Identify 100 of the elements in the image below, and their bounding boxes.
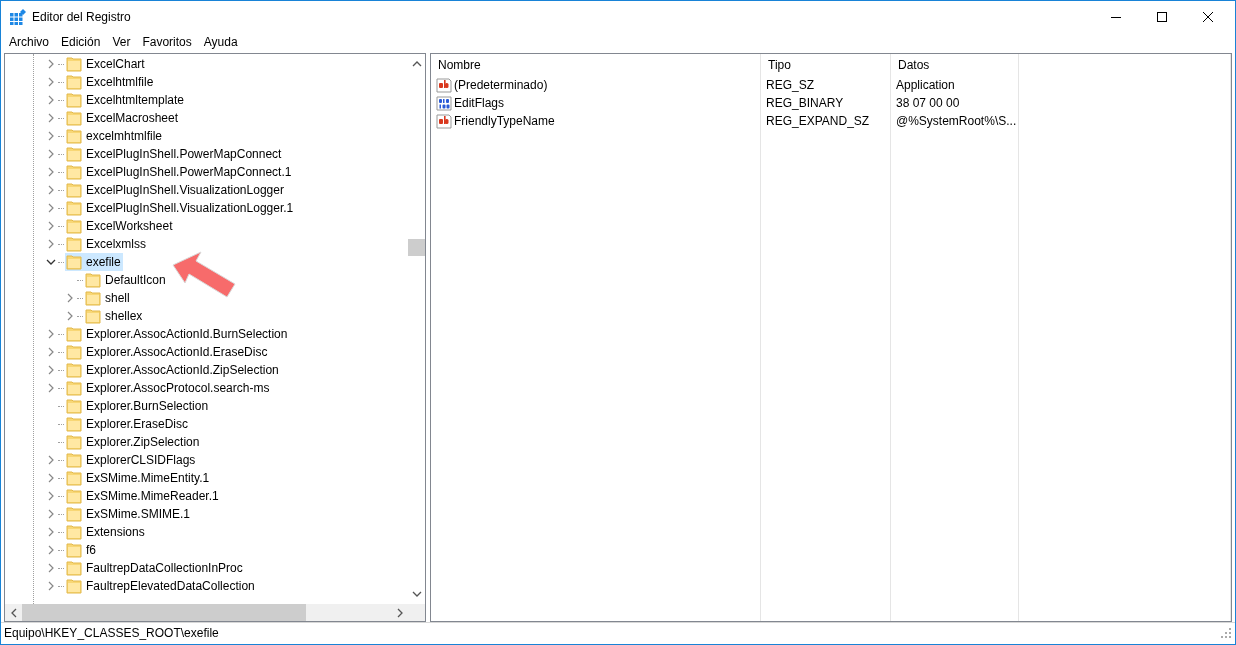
scroll-up-icon[interactable] [411,60,422,68]
folder-icon [66,218,82,234]
folder-icon [66,110,82,126]
tree-item[interactable]: FaultrepElevatedDataCollection [65,577,257,595]
folder-icon [66,524,82,540]
scroll-down-icon[interactable] [411,590,422,598]
expand-icon[interactable] [46,347,56,357]
expand-icon[interactable] [46,455,56,465]
tree-item[interactable]: ExcelWorksheet [65,217,175,235]
expand-icon[interactable] [46,365,56,375]
tree-item[interactable]: ExcelMacrosheet [65,109,181,127]
expand-icon[interactable] [46,167,56,177]
scroll-right-icon[interactable] [395,607,404,618]
value-name[interactable]: EditFlags [454,96,505,110]
expand-icon[interactable] [46,113,56,123]
folder-icon [66,74,82,90]
menu-item[interactable]: Ver [106,34,137,49]
tree-item[interactable]: Excelhtmltemplate [65,91,187,109]
tree-item[interactable]: shellex [84,307,145,325]
expand-icon[interactable] [46,383,56,393]
folder-icon [66,146,82,162]
value-name[interactable]: (Predeterminado) [454,78,548,92]
expand-icon[interactable] [46,581,56,591]
menu-item[interactable]: Favoritos [136,34,198,49]
tree-item[interactable]: Explorer.AssocActionId.BurnSelection [65,325,290,343]
tree-item[interactable]: f6 [65,541,98,559]
tree-item[interactable]: Explorer.ZipSelection [65,433,202,451]
arrow-annotation [171,251,237,299]
folder-icon [66,470,82,486]
table-cell: 38 07 00 00 [891,94,1019,112]
tree-item[interactable]: ExcelPlugInShell.VisualizationLogger.1 [65,199,296,217]
expand-icon[interactable] [46,77,56,87]
tree-item[interactable]: ExcelPlugInShell.VisualizationLogger [65,181,286,199]
expand-icon[interactable] [46,329,56,339]
expand-icon[interactable] [46,203,56,213]
tree-item[interactable]: ExSMime.MimeReader.1 [65,487,221,505]
expand-icon[interactable] [46,563,56,573]
column-header[interactable]: Tipo [761,54,891,76]
scrollbar-thumb[interactable] [408,239,425,256]
tree-item[interactable]: FaultrepDataCollectionInProc [65,559,245,577]
window-title: Editor del Registro [32,9,131,24]
tree-item[interactable]: exefile [65,253,123,271]
expand-icon[interactable] [46,131,56,141]
folder-icon [66,578,82,594]
tree-item[interactable]: Extensions [65,523,147,541]
tree-item[interactable]: ExcelChart [65,55,147,73]
expand-icon[interactable] [46,545,56,555]
tree-item[interactable]: Explorer.EraseDisc [65,415,191,433]
tree-item[interactable]: Explorer.BurnSelection [65,397,211,415]
expand-icon[interactable] [46,473,56,483]
folder-icon [66,452,82,468]
expand-icon[interactable] [46,527,56,537]
tree-item[interactable]: ExcelPlugInShell.PowerMapConnect.1 [65,163,294,181]
expand-icon[interactable] [46,149,56,159]
folder-icon [66,128,82,144]
menu-item[interactable]: Archivo [3,34,55,49]
tree-item[interactable]: ExSMime.MimeEntity.1 [65,469,212,487]
tree-item[interactable]: ExplorerCLSIDFlags [65,451,198,469]
folder-icon [66,398,82,414]
maximize-icon [1157,11,1167,22]
tree-item[interactable]: ExcelPlugInShell.PowerMapConnect [65,145,284,163]
tree-item[interactable]: DefaultIcon [84,271,168,289]
folder-icon [66,560,82,576]
column-header[interactable]: Nombre [431,54,761,76]
scroll-left-icon[interactable] [9,607,18,618]
tree-item[interactable]: Excelhtmlfile [65,73,156,91]
scrollbar-thumb[interactable] [22,604,306,621]
expand-icon[interactable] [46,59,56,69]
folder-icon [66,92,82,108]
expand-icon[interactable] [65,311,75,321]
expand-icon[interactable] [65,293,75,303]
folder-icon [66,506,82,522]
app-icon [10,8,26,25]
value-name[interactable]: FriendlyTypeName [454,114,555,128]
tree-item[interactable]: ExSMime.SMIME.1 [65,505,192,523]
expand-icon[interactable] [46,95,56,105]
column-header[interactable]: Datos [891,54,1019,76]
tree-item[interactable]: Excelxmlss [65,235,148,253]
status-path: Equipo\HKEY_CLASSES_ROOT\exefile [4,626,220,640]
tree-item[interactable]: shell [84,289,132,307]
folder-icon [66,380,82,396]
expand-icon[interactable] [46,221,56,231]
tree-item[interactable]: Explorer.AssocProtocol.search-ms [65,379,272,397]
folder-icon [66,344,82,360]
expand-icon[interactable] [46,185,56,195]
expand-icon[interactable] [46,239,56,249]
tree-item[interactable]: Explorer.AssocActionId.ZipSelection [65,361,281,379]
expand-icon[interactable] [46,491,56,501]
folder-icon [66,182,82,198]
tree-item[interactable]: Explorer.AssocActionId.EraseDisc [65,343,270,361]
collapse-icon[interactable] [46,257,56,267]
menu-item[interactable]: Ayuda [197,34,244,49]
string-value-icon [436,113,452,129]
tree-item[interactable]: excelmhtmlfile [65,127,165,145]
folder-icon [66,164,82,180]
table-cell: @%SystemRoot%\S... [891,112,1019,130]
expand-icon[interactable] [46,509,56,519]
folder-icon [66,200,82,216]
resize-grip-icon[interactable] [1221,628,1231,638]
menu-item[interactable]: Edición [55,34,107,49]
